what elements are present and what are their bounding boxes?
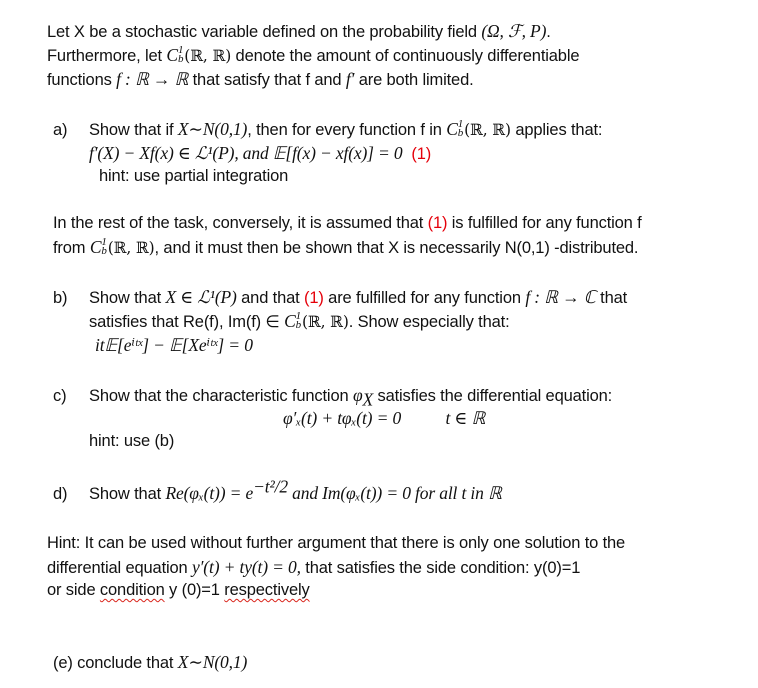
final-hint-line-3: or side condition y (0)=1 respectively	[47, 581, 310, 599]
intro-text: Let X be a stochastic variable defined o…	[47, 23, 482, 41]
final-hint-line-2: differential equation y′(t) + ty(t) = 0,…	[47, 557, 581, 577]
part-c-line-1: c) Show that the characteristic function …	[53, 385, 613, 410]
function-space-symbol: C	[166, 45, 178, 65]
part-b-line-1: b) Show that X ∈ ℒ¹(P) and that (1) are f…	[53, 287, 628, 307]
part-c-hint: hint: use (b)	[89, 432, 175, 450]
part-b-equation: it𝔼[eⁱᵗˣ] − 𝔼[Xeⁱᵗˣ] = 0	[95, 335, 253, 355]
spellcheck-flagged-word[interactable]: respectively	[224, 581, 309, 599]
equation-reference: (1)	[304, 289, 324, 307]
part-c-label: c)	[53, 387, 67, 405]
rest-line-2: from C 1 b (ℝ, ℝ), and it must then be show…	[53, 235, 639, 257]
part-a-label: a)	[53, 121, 68, 139]
equation-reference: (1)	[411, 145, 432, 163]
part-b-line-2: satisfies that Re(f), Im(f) ∈ C 1 b (ℝ, ℝ).…	[89, 309, 510, 331]
intro-line-2: Furthermore, let C 1 b (ℝ, ℝ) denote the am…	[47, 43, 580, 65]
part-c-equation: φ′ₓ(t) + tφₓ(t) = 0 t ∈ ℝ	[283, 408, 486, 428]
spellcheck-flagged-word[interactable]: condition	[100, 581, 165, 599]
function-map-math: f : ℝ → ℝ	[116, 69, 189, 89]
part-a-hint: hint: use partial integration	[99, 167, 289, 185]
intro-line-3: functions f : ℝ → ℝ that satisfy that f …	[47, 69, 474, 89]
part-a-line-1: a) Show that if X∼N(0,1), then for every …	[53, 117, 603, 139]
part-b-label: b)	[53, 289, 68, 307]
equation-reference: (1)	[427, 214, 448, 232]
part-e-line: (e) conclude that X∼N(0,1)	[53, 652, 248, 672]
part-a-equation: f′(X) − Xf(x) ∈ ℒ¹(P), and 𝔼[f(x) − xf(x…	[89, 143, 432, 163]
rest-line-1: In the rest of the task, conversely, it …	[53, 214, 642, 232]
equation-domain: t ∈ ℝ	[445, 408, 486, 428]
probability-space-math: (Ω, ℱ, P)	[481, 21, 547, 41]
part-d-label: d)	[53, 485, 68, 503]
part-d-line: d) Show that Re(φₓ(t)) = e−t²/2 and Im(φₓ…	[53, 476, 502, 503]
final-hint-line-1: Hint: It can be used without further arg…	[47, 534, 626, 552]
intro-line-1: Let X be a stochastic variable defined o…	[47, 21, 551, 41]
